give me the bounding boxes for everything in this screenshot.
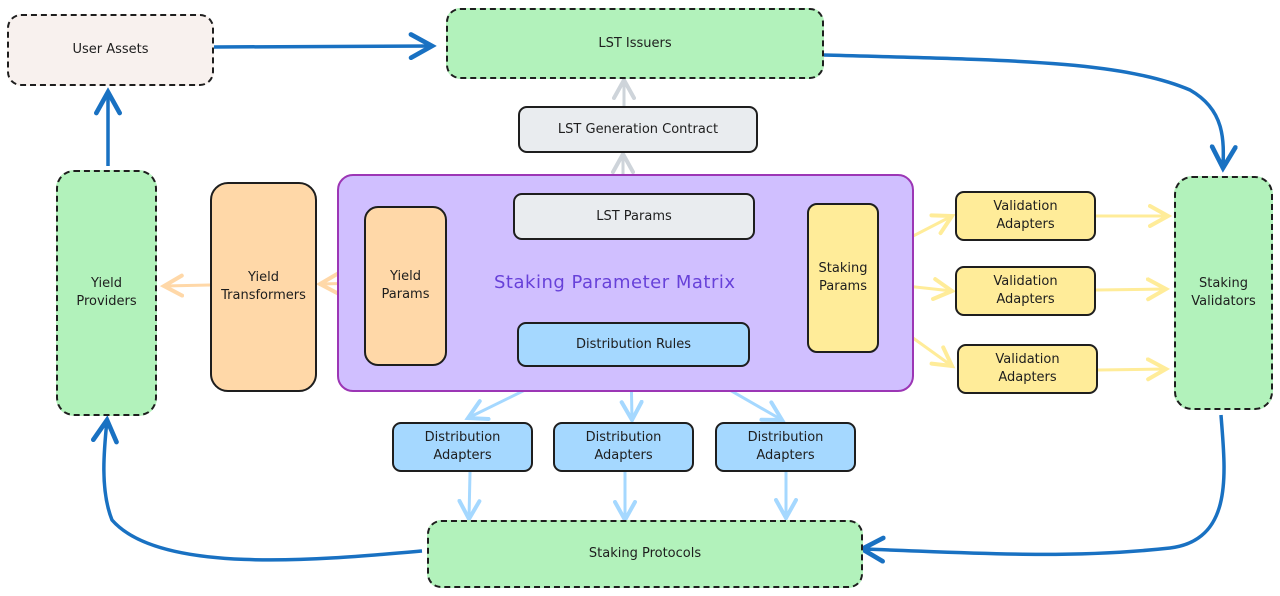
distribution-adapters-node[interactable]: Distribution Adapters bbox=[553, 422, 694, 472]
staking-params-node[interactable]: Staking Params bbox=[807, 203, 879, 353]
edge-staking-protocols-to-yield-providers bbox=[104, 420, 423, 562]
user-assets-node[interactable]: User Assets bbox=[7, 14, 214, 86]
staking-validators-node[interactable]: Staking Validators bbox=[1174, 176, 1273, 410]
distribution-adapters-node[interactable]: Distribution Adapters bbox=[715, 422, 856, 472]
lst-params-node[interactable]: LST Params bbox=[513, 193, 755, 240]
validation-adapters-node[interactable]: Validation Adapters bbox=[957, 344, 1098, 394]
edge-staking-validators-to-staking-protocols bbox=[862, 414, 1226, 554]
lst-issuers-node[interactable]: LST Issuers bbox=[446, 8, 824, 79]
edge-user-assets-to-lst-issuers bbox=[213, 46, 432, 47]
distribution-rules-node[interactable]: Distribution Rules bbox=[517, 322, 750, 367]
yield-params-node[interactable]: Yield Params bbox=[364, 206, 447, 366]
edge-validation-3-to-validators bbox=[1097, 369, 1166, 370]
validation-adapters-node[interactable]: Validation Adapters bbox=[955, 191, 1096, 241]
staking-protocols-node[interactable]: Staking Protocols bbox=[427, 520, 863, 588]
yield-transformers-node[interactable]: Yield Transformers bbox=[210, 182, 317, 392]
edge-distribution-1-to-protocols bbox=[469, 471, 470, 519]
edge-validation-2-to-validators bbox=[1095, 289, 1166, 290]
edge-transformers-to-yield-providers bbox=[164, 285, 211, 286]
edge-lst-issuers-to-staking-validators bbox=[823, 53, 1223, 168]
yield-providers-node[interactable]: Yield Providers bbox=[56, 170, 157, 416]
validation-adapters-node[interactable]: Validation Adapters bbox=[955, 266, 1096, 316]
matrix-title: Staking Parameter Matrix bbox=[494, 272, 736, 293]
lst-generation-contract-node[interactable]: LST Generation Contract bbox=[518, 106, 758, 153]
distribution-adapters-node[interactable]: Distribution Adapters bbox=[392, 422, 533, 472]
